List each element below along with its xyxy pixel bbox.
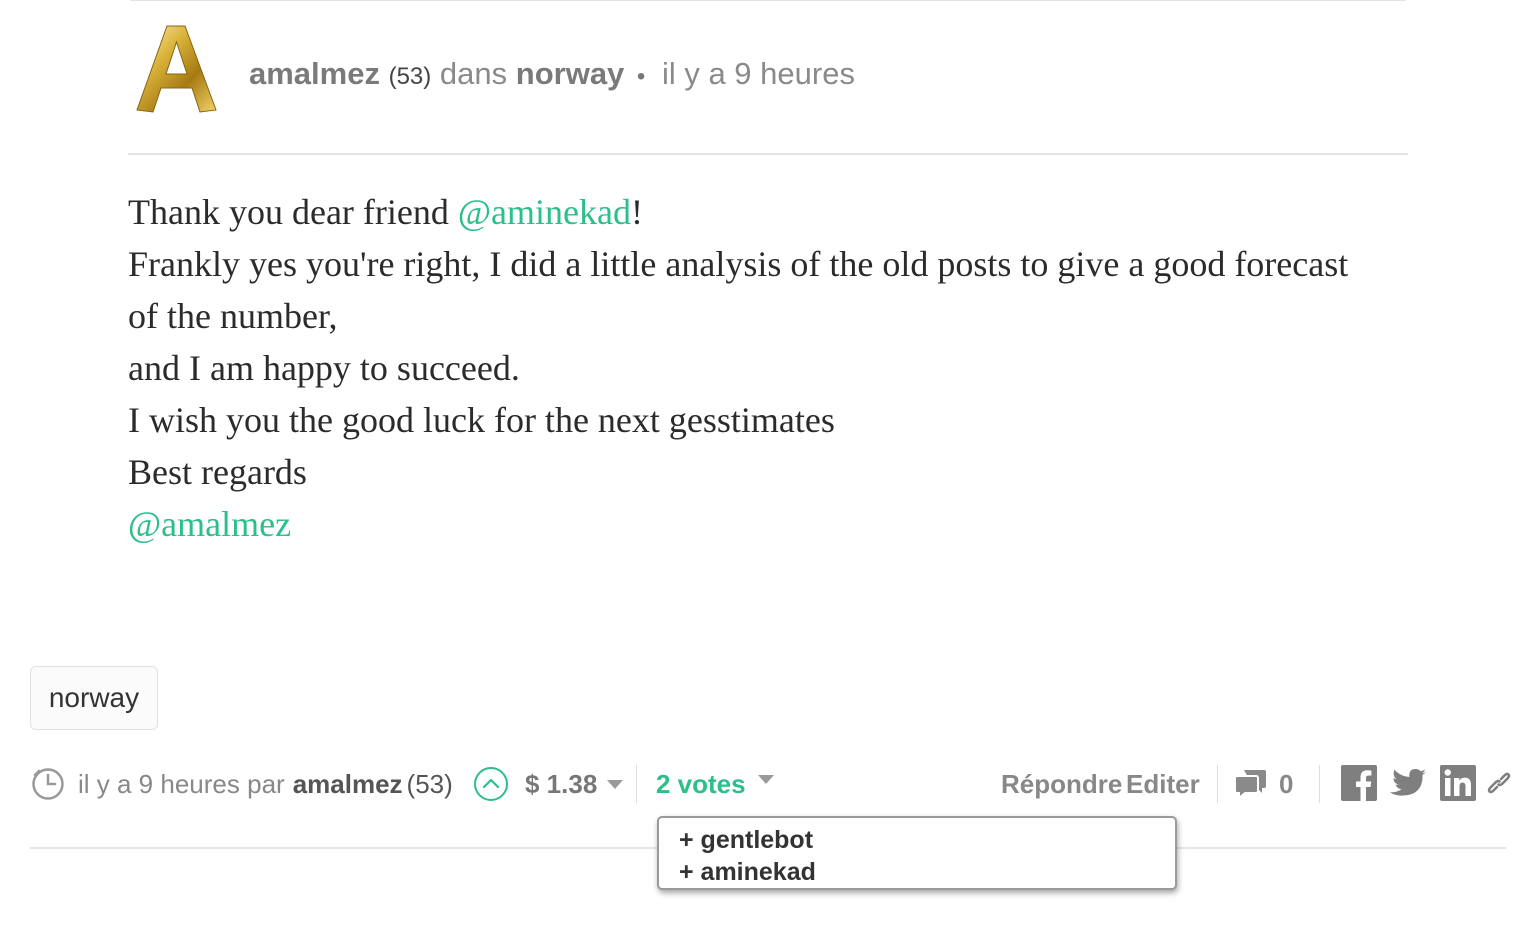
chevron-down-icon	[757, 774, 774, 784]
votes-label: 2 votes	[656, 768, 746, 799]
payout-dropdown[interactable]: $ 1.38	[525, 760, 624, 808]
footer-separator	[1217, 765, 1218, 803]
post-age[interactable]: il y a 9 heures	[662, 56, 855, 91]
in-label: dans	[439, 56, 508, 91]
edit-button[interactable]: Editer	[1126, 760, 1200, 808]
footer-age[interactable]: il y a 9 heures	[78, 769, 240, 800]
facebook-icon[interactable]	[1341, 765, 1377, 801]
link-icon[interactable]	[1486, 768, 1512, 798]
voter-item[interactable]: + gentlebot	[679, 824, 1175, 856]
signature-mention-link[interactable]: @amalmez	[128, 504, 291, 544]
body-text: Thank you dear friend	[128, 192, 458, 232]
linkedin-icon[interactable]	[1440, 765, 1476, 801]
body-line: and I am happy to succeed.	[128, 348, 520, 388]
post-footer: il y a 9 heures par amalmez (53) $ 1.38 …	[0, 760, 1536, 808]
body-line: Best regards	[128, 452, 307, 492]
chevron-down-icon	[607, 779, 624, 789]
comments-count[interactable]: 0	[1279, 760, 1293, 808]
reply-button[interactable]: Répondre	[1001, 760, 1122, 808]
body-line: @amalmez	[128, 498, 1358, 550]
author-link[interactable]: amalmez	[249, 56, 380, 91]
meta-bullet: •	[636, 63, 646, 90]
voters-dropdown-menu: + gentlebot + aminekad	[657, 816, 1177, 890]
payout-value: $ 1.38	[525, 768, 598, 799]
footer-timestamp: il y a 9 heures par amalmez (53)	[78, 760, 453, 808]
post-body: Thank you dear friend @aminekad! Frankly…	[128, 186, 1358, 550]
body-line: Thank you dear friend @aminekad!	[128, 186, 1358, 238]
votes-dropdown[interactable]: 2 votes	[656, 760, 774, 808]
body-line: Frankly yes you're right, I did a little…	[128, 244, 1349, 336]
author-reputation: (53)	[388, 63, 432, 90]
tag-norway[interactable]: norway	[30, 666, 158, 730]
post-meta: amalmez (53) dans norway • il y a 9 heur…	[249, 52, 855, 99]
clock-icon	[30, 766, 66, 802]
community-link[interactable]: norway	[516, 56, 625, 91]
body-text: !	[630, 192, 643, 232]
top-divider	[130, 0, 1406, 1]
footer-separator	[1319, 765, 1320, 803]
footer-separator	[636, 765, 637, 803]
upvote-button[interactable]	[473, 766, 509, 802]
upvote-chevron-icon	[474, 767, 508, 801]
voter-item[interactable]: + aminekad	[679, 856, 1175, 888]
twitter-icon[interactable]	[1389, 765, 1427, 801]
footer-author-reputation: (53)	[406, 768, 453, 799]
body-line: I wish you the good luck for the next ge…	[128, 400, 835, 440]
author-avatar[interactable]	[134, 24, 218, 116]
footer-author-link[interactable]: amalmez	[293, 769, 403, 800]
header-divider	[128, 153, 1408, 155]
comments-icon[interactable]	[1234, 766, 1268, 802]
gold-letter-a-icon	[136, 25, 217, 113]
mention-link[interactable]: @aminekad	[458, 192, 631, 232]
by-label: par	[247, 768, 285, 799]
